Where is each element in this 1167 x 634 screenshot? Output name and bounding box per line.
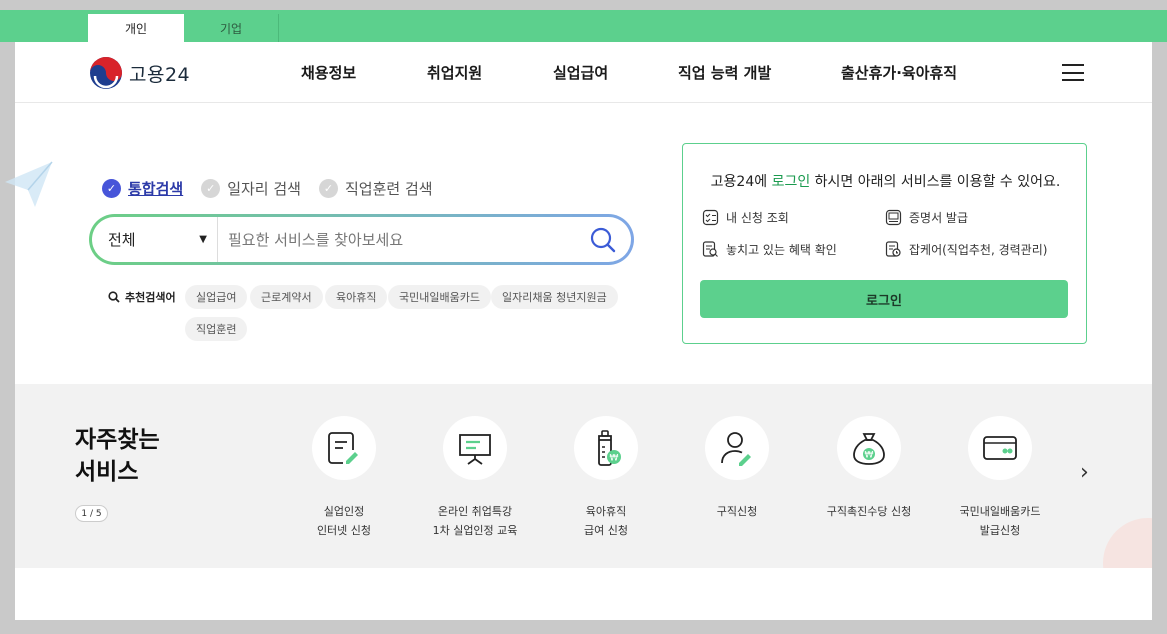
login-message: 고용24에 로그인 하시면 아래의 서비스를 이용할 수 있어요.	[710, 174, 1061, 190]
paper-plane-icon	[5, 161, 53, 207]
keyword-chip[interactable]: 일자리채움 청년지원금	[491, 285, 618, 309]
service-learning-card[interactable]: 국민내일배움카드 발급신청	[940, 416, 1060, 540]
top-bar: 개인 기업	[0, 0, 1167, 42]
service-unemployment-recognition[interactable]: 실업인정 인터넷 신청	[284, 416, 404, 540]
caret-down-icon: ▼	[199, 234, 207, 245]
baby-bottle-won-icon: ₩	[598, 430, 621, 466]
person-pen-icon	[721, 432, 751, 466]
service-my-application[interactable]: 내 신청 조회	[702, 209, 789, 226]
nav-item-employment-support[interactable]: 취업지원	[427, 42, 482, 103]
check-icon: ✓	[201, 179, 221, 198]
search-icon[interactable]	[589, 226, 617, 254]
hamburger-icon[interactable]	[1062, 64, 1084, 81]
checklist-icon	[702, 209, 719, 226]
search-input[interactable]: 필요한 서비스를 찾아보세요	[228, 217, 403, 262]
keyword-chip[interactable]: 직업훈련	[185, 317, 248, 341]
document-search-icon	[702, 241, 718, 257]
keyword-chip[interactable]: 근로계약서	[250, 285, 323, 309]
nav-item-vocational-training[interactable]: 직업 능력 개발	[678, 42, 771, 103]
service-online-lecture[interactable]: 온라인 취업특강 1차 실업인정 교육	[415, 416, 535, 540]
tab-corporate[interactable]: 기업	[184, 14, 279, 42]
check-icon: ✓	[318, 179, 338, 198]
tab-integrated-search[interactable]: ✓ 통합검색	[102, 178, 183, 199]
service-missed-benefits[interactable]: 놓치고 있는 혜택 확인	[702, 241, 837, 258]
service-job-seeking-allowance[interactable]: ₩ 구직촉진수당 신청	[809, 416, 929, 521]
nav-item-unemployment-benefits[interactable]: 실업급여	[553, 42, 608, 103]
taegeuk-logo-icon	[90, 57, 122, 89]
frequent-services-title: 자주찾는 서비스	[75, 427, 160, 485]
pager: 1 / 5	[75, 505, 108, 522]
recommended-label: 추천검색어	[108, 285, 176, 309]
svg-text:₩: ₩	[610, 454, 619, 464]
service-certificate[interactable]: 증명서 발급	[885, 209, 968, 226]
document-pen-icon	[328, 432, 358, 464]
service-jobcare[interactable]: 잡케어(직업추천, 경력관리)	[885, 241, 1047, 258]
money-bag-icon: ₩	[853, 433, 885, 465]
chevron-right-icon[interactable]: ›	[1080, 460, 1089, 485]
document-clock-icon	[885, 241, 901, 257]
nav-item-jobs[interactable]: 채용정보	[301, 42, 356, 103]
login-button[interactable]: 로그인	[700, 280, 1068, 318]
check-icon: ✓	[102, 179, 121, 198]
search-box: 전체 ▼ 필요한 서비스를 찾아보세요	[89, 214, 634, 265]
keyword-chip[interactable]: 실업급여	[185, 285, 248, 309]
card-icon	[983, 436, 1017, 460]
page: 고용24 채용정보 취업지원 실업급여 직업 능력 개발 출산휴가·육아휴직 ✓…	[5, 42, 1152, 620]
logo[interactable]: 고용24	[89, 56, 190, 90]
keyword-chip[interactable]: 육아휴직	[325, 285, 388, 309]
keyword-chip[interactable]: 국민내일배움카드	[388, 285, 491, 309]
logo-text: 고용24	[129, 63, 191, 86]
search-small-icon	[108, 291, 120, 303]
tab-personal[interactable]: 개인	[88, 14, 184, 42]
search-category-select[interactable]: 전체 ▼	[108, 217, 218, 262]
certificate-icon	[885, 209, 902, 226]
decorative-circle	[1103, 518, 1152, 568]
login-box: 고용24에 로그인 하시면 아래의 서비스를 이용할 수 있어요. 내 신청 조…	[682, 143, 1087, 344]
tab-job-search[interactable]: ✓ 일자리 검색	[201, 178, 301, 199]
tab-training-search[interactable]: ✓ 직업훈련 검색	[318, 178, 433, 199]
tab-label: 직업훈련 검색	[344, 180, 433, 198]
tab-label: 일자리 검색	[227, 180, 301, 198]
search-tabs: ✓ 통합검색 ✓ 일자리 검색 ✓ 직업훈련 검색	[102, 178, 433, 199]
presentation-board-icon	[459, 434, 491, 465]
service-job-application[interactable]: 구직신청	[677, 416, 797, 521]
service-parental-leave-benefit[interactable]: ₩ 육아휴직 급여 신청	[546, 416, 666, 540]
header: 고용24 채용정보 취업지원 실업급여 직업 능력 개발 출산휴가·육아휴직	[15, 42, 1152, 103]
select-value: 전체	[108, 231, 136, 249]
frequent-services: 자주찾는 서비스 1 / 5 실업인정 인터넷 신청 온라인 취업특강 1차 실…	[15, 384, 1152, 568]
nav-item-parental-leave[interactable]: 출산휴가·육아휴직	[841, 42, 957, 103]
tab-label: 통합검색	[128, 180, 184, 198]
bottom-area	[15, 568, 1152, 620]
svg-text:₩: ₩	[865, 451, 874, 461]
